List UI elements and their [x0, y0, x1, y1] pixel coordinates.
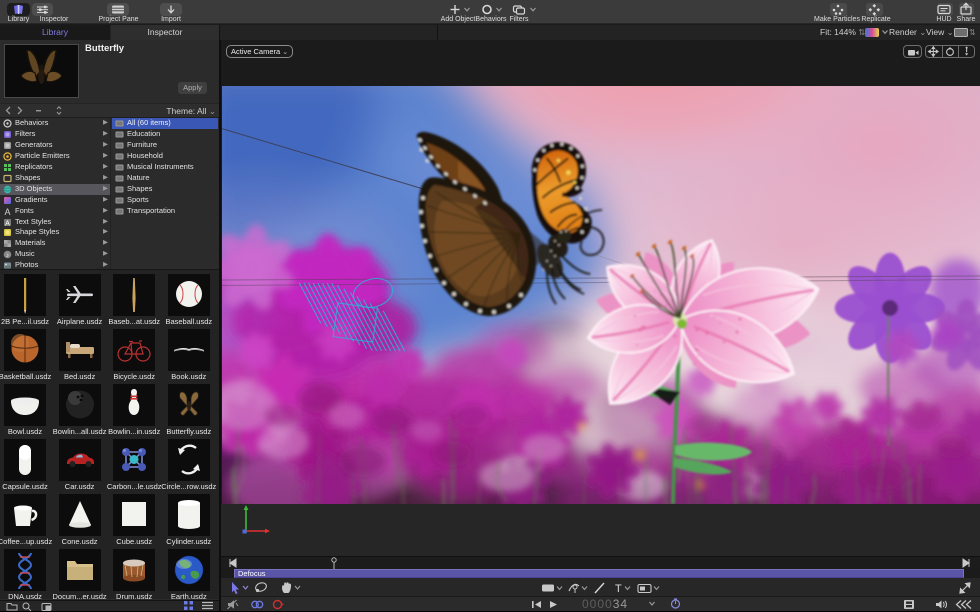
svg-text:A: A — [4, 207, 10, 216]
svg-text:T: T — [615, 583, 622, 594]
svg-text:A: A — [5, 220, 10, 227]
svg-text:♪: ♪ — [6, 252, 9, 259]
